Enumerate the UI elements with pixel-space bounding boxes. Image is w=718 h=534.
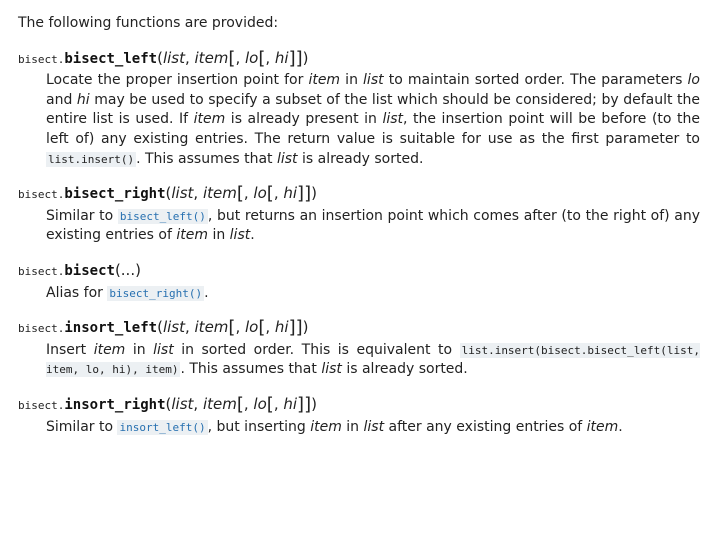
function-name: insort_left	[64, 320, 157, 336]
function-description: Alias for bisect_right().	[46, 284, 700, 304]
function-params: (list, item[, lo[, hi]])	[157, 318, 308, 336]
function-insort_left: bisect.insort_left(list, item[, lo[, hi]…	[18, 317, 700, 380]
function-params: (...)	[115, 261, 141, 279]
function-signature: bisect.bisect(...)	[18, 260, 700, 282]
function-name: bisect	[64, 263, 115, 279]
function-description: Similar to bisect_left(), but returns an…	[46, 207, 700, 246]
module-prefix: bisect.	[18, 53, 64, 66]
function-name: bisect_left	[64, 51, 157, 67]
module-prefix: bisect.	[18, 188, 64, 201]
link-insort-left[interactable]: insort_left()	[117, 420, 207, 435]
module-prefix: bisect.	[18, 399, 64, 412]
link-bisect-left[interactable]: bisect_left()	[118, 209, 208, 224]
function-name: insort_right	[64, 397, 165, 413]
module-prefix: bisect.	[18, 322, 64, 335]
intro-text: The following functions are provided:	[18, 14, 700, 34]
function-description: Similar to insort_left(), but inserting …	[46, 418, 700, 438]
function-bisect: bisect.bisect(...)Alias for bisect_right…	[18, 260, 700, 303]
function-signature: bisect.insort_right(list, item[, lo[, hi…	[18, 394, 700, 416]
function-bisect_left: bisect.bisect_left(list, item[, lo[, hi]…	[18, 48, 700, 170]
function-params: (list, item[, lo[, hi]])	[166, 395, 317, 413]
function-description: Insert item in list in sorted order. Thi…	[46, 341, 700, 380]
function-name: bisect_right	[64, 186, 165, 202]
function-signature: bisect.bisect_right(list, item[, lo[, hi…	[18, 183, 700, 205]
module-prefix: bisect.	[18, 265, 64, 278]
function-signature: bisect.insort_left(list, item[, lo[, hi]…	[18, 317, 700, 339]
function-signature: bisect.bisect_left(list, item[, lo[, hi]…	[18, 48, 700, 70]
function-bisect_right: bisect.bisect_right(list, item[, lo[, hi…	[18, 183, 700, 246]
function-insort_right: bisect.insort_right(list, item[, lo[, hi…	[18, 394, 700, 437]
function-params: (list, item[, lo[, hi]])	[157, 49, 308, 67]
function-description: Locate the proper insertion point for it…	[46, 71, 700, 169]
link-bisect-right[interactable]: bisect_right()	[107, 286, 204, 301]
function-params: (list, item[, lo[, hi]])	[166, 184, 317, 202]
